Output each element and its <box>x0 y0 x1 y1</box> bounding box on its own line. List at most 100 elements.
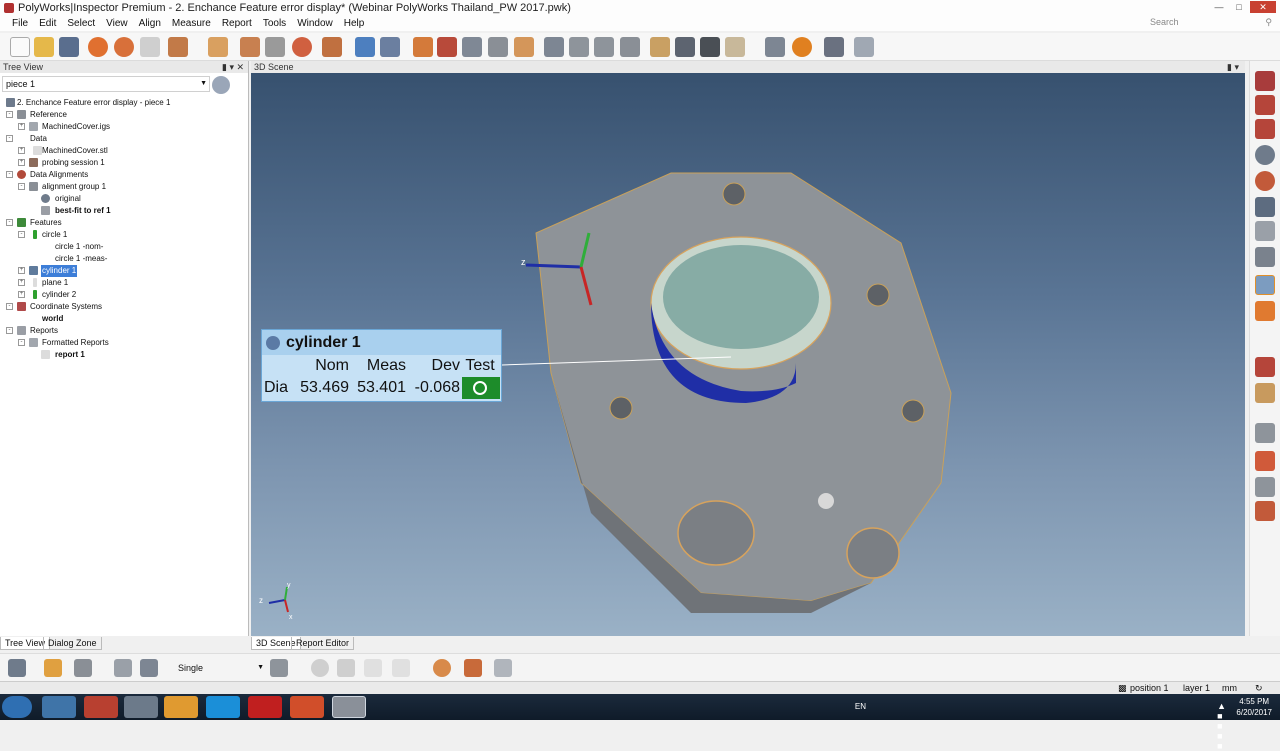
capture-icon[interactable] <box>1255 451 1275 471</box>
zoom-window-icon[interactable] <box>1255 171 1275 191</box>
export-icon[interactable] <box>1255 501 1275 521</box>
table-icon[interactable] <box>514 37 534 57</box>
view-cube-icon[interactable] <box>1255 221 1275 241</box>
tree-node-circle-1[interactable]: - circle 1 <box>0 229 249 241</box>
dimension-icon[interactable] <box>620 37 640 57</box>
pan-icon[interactable] <box>1255 95 1275 115</box>
tree-node-reference[interactable]: - Reference <box>0 109 249 121</box>
target-icon[interactable] <box>433 659 451 677</box>
expand-icon[interactable]: + <box>18 159 25 166</box>
pick-icon[interactable] <box>270 659 288 677</box>
new-file-icon[interactable] <box>10 37 30 57</box>
explorer-app-icon[interactable] <box>42 696 76 718</box>
eye-icon[interactable] <box>1255 197 1275 217</box>
pencil-icon[interactable] <box>1255 423 1275 443</box>
clip-icon[interactable] <box>114 659 132 677</box>
cube-icon[interactable] <box>355 37 375 57</box>
transform-icon[interactable] <box>464 659 482 677</box>
section-icon[interactable] <box>544 37 564 57</box>
macro-icon[interactable] <box>765 37 785 57</box>
measure-device-icon[interactable] <box>322 37 342 57</box>
collapse-icon[interactable]: - <box>18 339 25 346</box>
rotate-icon[interactable] <box>1255 71 1275 91</box>
layout-icon[interactable] <box>1255 247 1275 267</box>
tool-pen-icon[interactable] <box>1255 357 1275 377</box>
probe-icon[interactable] <box>240 37 260 57</box>
expand-icon[interactable]: + <box>18 291 25 298</box>
tree-node-original[interactable]: original <box>0 193 249 205</box>
collapse-icon[interactable]: - <box>6 219 13 226</box>
gauge-icon[interactable] <box>569 37 589 57</box>
skype-icon[interactable] <box>206 696 240 718</box>
box-icon[interactable] <box>337 659 355 677</box>
binary-data-icon[interactable] <box>265 37 285 57</box>
open-folder-icon[interactable] <box>34 37 54 57</box>
expand-icon[interactable]: + <box>18 147 25 154</box>
align-icon[interactable] <box>380 37 400 57</box>
expand-icon[interactable]: + <box>18 123 25 130</box>
pin-close-icon[interactable]: ▮ ▾ ✕ <box>222 61 244 73</box>
media-player-icon[interactable] <box>164 696 198 718</box>
clock[interactable]: 4:55 PM 6/20/2017 <box>1236 696 1272 718</box>
tree-root[interactable]: 2. Enchance Feature error display - piec… <box>0 97 249 109</box>
report-list-icon[interactable] <box>650 37 670 57</box>
tool-chart-icon[interactable] <box>1255 477 1275 497</box>
tab-dialog-zone[interactable]: Dialog Zone <box>43 637 102 650</box>
scene-viewport[interactable]: z z y x cylinder 1 Nom Meas Dev Test Dia… <box>251 73 1245 636</box>
menu-help[interactable]: Help <box>344 18 365 29</box>
tree-node-cylinder-2[interactable]: + cylinder 2 <box>0 289 249 301</box>
start-button-icon[interactable] <box>2 696 32 718</box>
minimize-button[interactable]: — <box>1210 1 1228 13</box>
sequence-icon[interactable] <box>824 37 844 57</box>
expand-icon[interactable]: + <box>18 279 25 286</box>
search-input[interactable]: Search ⚲ <box>1148 17 1274 30</box>
tab-report-editor[interactable]: Report Editor <box>291 637 355 650</box>
zoom-scan-icon[interactable] <box>488 37 508 57</box>
brush-disabled-icon[interactable] <box>364 659 382 677</box>
menu-select[interactable]: Select <box>67 18 95 29</box>
tree-node-alignment-group[interactable]: - alignment group 1 <box>0 181 249 193</box>
document-icon[interactable] <box>725 37 745 57</box>
menu-edit[interactable]: Edit <box>39 18 56 29</box>
expand-icon[interactable]: + <box>18 267 25 274</box>
scanner-icon[interactable] <box>292 37 312 57</box>
powerpoint-icon[interactable] <box>290 696 324 718</box>
menu-align[interactable]: Align <box>139 18 161 29</box>
selection-mode-select[interactable]: Single ▼ <box>178 661 264 675</box>
collapse-icon[interactable]: - <box>6 303 13 310</box>
save-icon[interactable] <box>59 37 79 57</box>
tree-node-circle-1-nom[interactable]: circle 1 -nom- <box>0 241 249 253</box>
selection-tool-icon[interactable] <box>8 659 26 677</box>
comparison-icon[interactable] <box>594 37 614 57</box>
feature-curve-icon[interactable] <box>413 37 433 57</box>
grid-table-icon[interactable] <box>675 37 695 57</box>
collapse-icon[interactable]: - <box>6 111 13 118</box>
tree-node-formatted-reports[interactable]: - Formatted Reports <box>0 337 249 349</box>
history-icon[interactable] <box>114 37 134 57</box>
piece-settings-icon[interactable] <box>212 76 230 94</box>
tree-node-best-fit[interactable]: best-fit to ref 1 <box>0 205 249 217</box>
menu-measure[interactable]: Measure <box>172 18 211 29</box>
lasso-disabled-icon[interactable] <box>392 659 410 677</box>
redo-icon[interactable] <box>140 37 160 57</box>
tree-node-machinedcover-stl[interactable]: + MachinedCover.stl <box>0 145 249 157</box>
play-icon[interactable] <box>792 37 812 57</box>
acrobat-icon[interactable] <box>248 696 282 718</box>
tree-node-data-alignments[interactable]: - Data Alignments <box>0 169 249 181</box>
tree-node-reports[interactable]: - Reports <box>0 325 249 337</box>
sphere-icon[interactable] <box>311 659 329 677</box>
tray-icons[interactable]: ▲ ■ ■ ■ ■ <box>1217 701 1226 751</box>
tree-node-probing-session[interactable]: + probing session 1 <box>0 157 249 169</box>
filter-icon[interactable] <box>74 659 92 677</box>
language-indicator[interactable]: EN <box>855 702 866 711</box>
polyworks-task-icon[interactable] <box>332 696 366 718</box>
tree-node-world[interactable]: world <box>0 313 249 325</box>
pin-icon[interactable]: ▮ ▾ <box>1227 61 1239 73</box>
tree-node-machinedcover-igs[interactable]: + MachinedCover.igs <box>0 121 249 133</box>
app-red-icon[interactable] <box>84 696 118 718</box>
tree-node-features[interactable]: - Features <box>0 217 249 229</box>
probe-tip-icon[interactable] <box>437 37 457 57</box>
menu-window[interactable]: Window <box>297 18 333 29</box>
chart-icon[interactable] <box>854 37 874 57</box>
feature-callout[interactable]: cylinder 1 Nom Meas Dev Test Dia 53.469 … <box>261 329 502 402</box>
